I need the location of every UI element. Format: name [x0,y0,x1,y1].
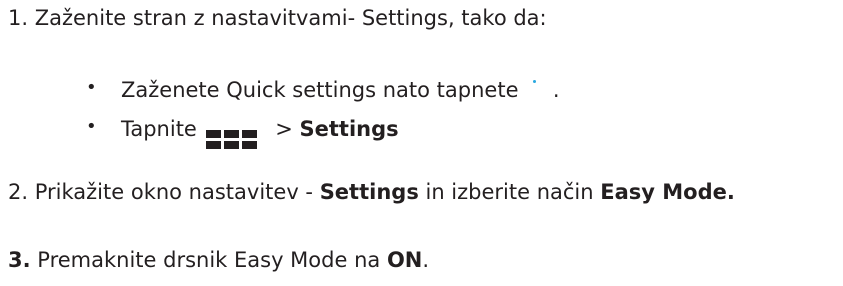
step-number: 2. [8,180,29,204]
step-number: 1. [8,6,29,30]
easy-mode-label: Easy Mode. [600,180,735,204]
step-text: Zaženite stran z nastavitvami- Settings,… [34,6,547,30]
step-text: Premaknite drsnik Easy Mode na [30,248,387,272]
step-2: 2. Prikažite okno nastavitev - Settings … [8,178,735,206]
bullet-dot: • [86,77,97,98]
sub-step-text: Tapnite [121,117,197,141]
sub-step-text-after: . [552,78,560,102]
bullet-dot: • [86,116,97,137]
step-text: Prikažite okno nastavitev - [34,180,320,204]
step-3: 3. Premaknite drsnik Easy Mode na ON. [8,246,429,274]
step-text-middle: in izberite način [418,180,601,204]
sub-step-1: Zaženete Quick settings nato tapnete . [121,76,560,104]
settings-label: Settings [299,117,399,141]
step-text-after: . [422,248,430,272]
sub-step-text-middle: > [275,117,300,141]
apps-grid-icon [205,130,257,149]
quick-settings-dot-icon [533,80,537,83]
sub-step-2: Tapnite > Settings [121,115,399,149]
sub-step-text: Zaženete Quick settings nato tapnete [121,78,519,102]
step-1: 1. Zaženite stran z nastavitvami- Settin… [8,4,547,32]
step-number: 3. [8,248,31,272]
settings-label: Settings [319,180,419,204]
on-label: ON [386,248,423,272]
